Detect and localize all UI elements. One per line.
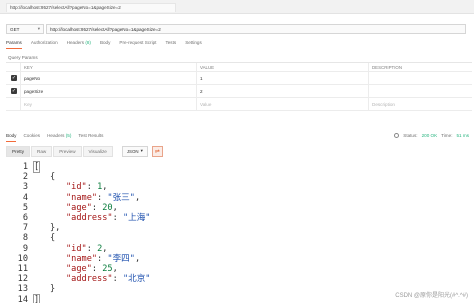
tab-body[interactable]: Body bbox=[100, 40, 110, 49]
tab-params[interactable]: Params bbox=[6, 40, 22, 49]
check-icon: ✓ bbox=[11, 88, 17, 94]
url-input[interactable]: http://localhost:9527/selectAll?pageNo=1… bbox=[46, 24, 466, 34]
response-headers-label: Headers bbox=[47, 133, 65, 138]
time-label: Time: bbox=[441, 133, 453, 138]
status-area: Status: 200 OK Time: 51 ms bbox=[394, 133, 469, 138]
param-value-cell[interactable]: 1 bbox=[196, 72, 368, 84]
table-header-row: KEY VALUE DESCRIPTION bbox=[6, 63, 472, 72]
status-value[interactable]: 200 OK bbox=[422, 133, 438, 138]
format-select[interactable]: JSON ▾ bbox=[121, 145, 148, 157]
header-value: VALUE bbox=[196, 63, 368, 71]
param-value-cell[interactable]: 2 bbox=[196, 85, 368, 97]
headers-count: (8) bbox=[85, 40, 91, 45]
param-key-cell[interactable]: pageNo bbox=[20, 72, 196, 84]
code-text: ] bbox=[32, 293, 41, 303]
param-checkbox[interactable]: ✓ bbox=[9, 85, 19, 97]
request-tabs: Params Authorization Headers (8) Body Pr… bbox=[6, 40, 202, 49]
method-label: GET bbox=[10, 27, 20, 32]
response-headers-count: (5) bbox=[65, 133, 72, 138]
response-tab-cookies[interactable]: Cookies bbox=[23, 133, 40, 142]
response-tabs: Body Cookies Headers (5) Test Results bbox=[6, 133, 103, 142]
table-row: ✓ pageNo 1 bbox=[6, 72, 472, 85]
check-icon: ✓ bbox=[11, 75, 17, 81]
tab-authorization[interactable]: Authorization bbox=[31, 40, 58, 49]
query-params-label: Query Params bbox=[8, 55, 38, 60]
status-label: Status: bbox=[403, 133, 418, 138]
params-table: KEY VALUE DESCRIPTION ✓ pageNo 1 ✓ pageS… bbox=[6, 62, 472, 111]
visualize-button[interactable]: Visualize bbox=[82, 145, 113, 157]
pretty-button[interactable]: Pretty bbox=[6, 145, 30, 157]
line-number: 14 bbox=[17, 294, 28, 303]
param-key-cell[interactable]: pageSize bbox=[20, 85, 196, 97]
tab-headers[interactable]: Headers (8) bbox=[67, 40, 91, 49]
response-body-code[interactable]: 1[2{3 "id": 1, 4 "name": "张三", 5 "age": 20, 6 "… bbox=[0, 160, 474, 303]
tab-headers-label: Headers bbox=[66, 40, 85, 45]
method-select[interactable]: GET ▾ bbox=[6, 24, 44, 34]
tab-tests[interactable]: Tests bbox=[165, 40, 176, 49]
new-value-input[interactable]: Value bbox=[196, 98, 368, 110]
param-description-cell[interactable] bbox=[368, 72, 472, 84]
chevron-down-icon: ▾ bbox=[37, 26, 40, 31]
request-tab[interactable]: http://localhost:9527/selectAll?pageNo=1… bbox=[6, 3, 176, 12]
response-tab-test-results[interactable]: Test Results bbox=[78, 133, 103, 142]
table-row: ✓ pageSize 2 bbox=[6, 85, 472, 98]
response-tab-body[interactable]: Body bbox=[6, 133, 17, 142]
tab-pre-request-script[interactable]: Pre-request Script bbox=[119, 40, 156, 49]
chevron-down-icon: ▾ bbox=[140, 148, 143, 153]
param-description-cell[interactable] bbox=[368, 85, 472, 97]
watermark: CSDN @原你是阳光(#^.^#) bbox=[395, 293, 468, 299]
preview-button[interactable]: Preview bbox=[53, 145, 82, 157]
tab-settings[interactable]: Settings bbox=[185, 40, 202, 49]
response-tab-headers[interactable]: Headers (5) bbox=[47, 133, 71, 142]
param-checkbox[interactable]: ✓ bbox=[9, 72, 19, 84]
header-description: DESCRIPTION bbox=[368, 63, 472, 71]
wrap-lines-icon[interactable]: ⇌ bbox=[151, 145, 163, 157]
table-row-new: Key Value Description bbox=[6, 98, 472, 111]
header-key: KEY bbox=[20, 63, 196, 71]
time-value[interactable]: 51 ms bbox=[456, 133, 469, 138]
format-label: JSON bbox=[126, 148, 139, 154]
code-token: ] bbox=[32, 293, 41, 303]
globe-icon[interactable] bbox=[394, 133, 400, 138]
new-description-input[interactable]: Description bbox=[368, 98, 472, 110]
raw-button[interactable]: Raw bbox=[31, 145, 53, 157]
response-toolbar: Pretty Raw Preview Visualize JSON ▾ ⇌ bbox=[6, 145, 163, 157]
new-key-input[interactable]: Key bbox=[20, 98, 196, 110]
